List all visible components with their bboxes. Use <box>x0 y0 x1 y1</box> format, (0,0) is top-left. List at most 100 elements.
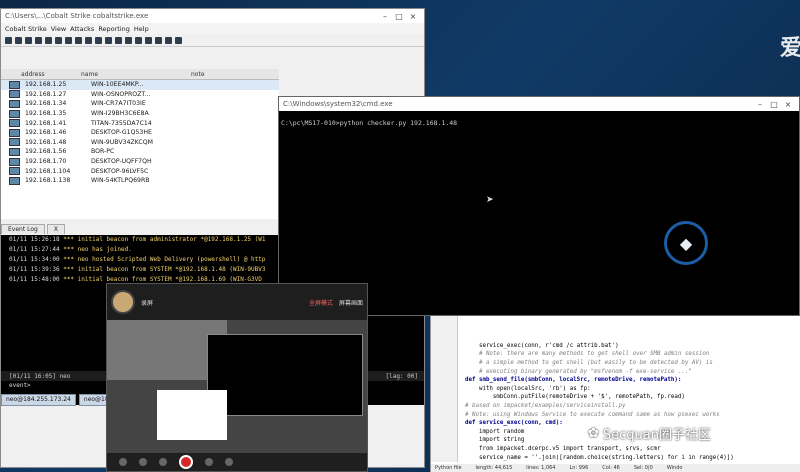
recorder-controls <box>107 453 367 471</box>
close-icon[interactable]: × <box>406 12 420 21</box>
table-row[interactable]: 192.168.1.56 BOR-PC <box>1 147 279 157</box>
preview-window-2 <box>207 334 363 416</box>
row-ip: 192.168.1.46 <box>25 129 67 137</box>
targets-header: address name note <box>1 69 279 80</box>
row-name: WIN-10EE4MKP... <box>91 81 144 89</box>
code-line: service_name = ''.join([random.choice(st… <box>465 454 734 461</box>
recorder-name: 录屏 <box>141 299 154 307</box>
avatar[interactable] <box>111 290 135 314</box>
log-text: *** neo has joined. <box>63 246 132 253</box>
tab-event-log[interactable]: Event Log <box>1 224 45 234</box>
keystrokes-icon[interactable] <box>95 36 102 44</box>
cloud-icon[interactable] <box>165 36 172 44</box>
headset-icon[interactable] <box>25 36 32 44</box>
pivot-graph-icon[interactable] <box>45 36 52 44</box>
tab-close[interactable]: X <box>46 224 65 234</box>
watermark-text: Secquan圈子社区 <box>602 428 712 443</box>
row-ip: 192.168.1.48 <box>25 138 67 146</box>
server-tab-1[interactable]: neo@184.255.173.24 <box>1 394 76 406</box>
code-line: # executing binary generated by "msfveno… <box>465 368 692 375</box>
table-row[interactable]: 192.168.1.27 WIN-OSNOPROZT... <box>1 90 279 100</box>
minimize-icon[interactable]: – <box>753 100 767 109</box>
recorder-mode[interactable]: 全屏模式 <box>309 298 333 307</box>
log-time: 01/11 15:27:44 <box>9 246 60 253</box>
menu-help[interactable]: Help <box>134 25 149 33</box>
targets-icon[interactable] <box>65 36 72 44</box>
cmd-titlebar: C:\Windows\system32\cmd.exe – □ × <box>279 97 799 111</box>
desktop-brand-text: 爱 <box>780 36 800 61</box>
preview-window-3 <box>157 390 227 440</box>
table-row[interactable]: 192.168.1.46 DESKTOP-G1Q53HE <box>1 128 279 138</box>
row-name: BOR-PC <box>91 148 115 156</box>
menu-reporting[interactable]: Reporting <box>98 25 130 33</box>
settings-icon[interactable] <box>225 458 233 466</box>
computer-icon <box>9 90 20 99</box>
menu-cobalt-strike[interactable]: Cobalt Strike <box>5 25 47 33</box>
log-icon[interactable] <box>145 36 152 44</box>
link-icon[interactable] <box>155 36 162 44</box>
camera-icon[interactable] <box>119 458 127 466</box>
maximize-icon[interactable]: □ <box>392 12 406 21</box>
payload-icon[interactable] <box>115 36 122 44</box>
row-name: WIN-OSNOPROZT... <box>91 90 151 98</box>
recorder-header: 录屏 全屏模式 屏幕画面 <box>107 284 367 320</box>
table-row[interactable]: 192.168.1.48 WIN-9UBV34ZKCQM <box>1 138 279 148</box>
minimize-icon[interactable]: – <box>378 12 392 21</box>
pause-icon[interactable] <box>205 458 213 466</box>
watermark: ✿ Secquan圈子社区 <box>588 424 711 443</box>
web-drive-icon[interactable] <box>125 36 132 44</box>
speaker-icon[interactable] <box>159 458 167 466</box>
disconnect-icon[interactable] <box>15 36 22 44</box>
cmd-line: C:\pc\MS17-010>python checker.py 192.168… <box>281 119 458 127</box>
code-line: # a simple method to get shell (but easi… <box>465 359 713 366</box>
screenshots-icon[interactable] <box>105 36 112 44</box>
recorder-preview <box>107 320 367 456</box>
row-ip: 192.168.1.25 <box>25 81 67 89</box>
settings-icon[interactable] <box>135 36 142 44</box>
log-text: *** neo hosted Scripted Web Delivery (po… <box>63 256 266 263</box>
targets-table: address name note 192.168.1.25 WIN-10EE4M… <box>1 69 279 219</box>
menu-view[interactable]: View <box>51 25 66 33</box>
table-row[interactable]: 192.168.1.34 WIN-CR7A7IT03IE <box>1 99 279 109</box>
code-line: smbConn.putFile(remoteDrive + '$', remot… <box>465 394 685 401</box>
col-name[interactable]: name <box>81 71 191 78</box>
table-row[interactable]: 192.168.1.104 DESKTOP-96LVF5C <box>1 166 279 176</box>
row-name: WIN-CR7A7IT03IE <box>91 100 146 108</box>
record-button[interactable] <box>179 455 193 469</box>
cube-icon[interactable] <box>175 36 182 44</box>
row-ip: 192.168.1.56 <box>25 148 67 156</box>
table-row[interactable]: 192.168.1.25 WIN-10EE4MKP... <box>1 80 279 90</box>
menu-attacks[interactable]: Attacks <box>70 25 94 33</box>
credentials-icon[interactable] <box>75 36 82 44</box>
close-icon[interactable]: × <box>781 100 795 109</box>
cobalt-toolbar <box>1 34 424 47</box>
table-row[interactable]: 192.168.1.138 WIN-54KTLPQ69RB <box>1 176 279 186</box>
status-lag: [lag: 00] <box>385 372 418 380</box>
row-name: DESKTOP-UQFF7QH <box>91 158 152 166</box>
sessions-icon[interactable] <box>55 36 62 44</box>
col-address[interactable]: address <box>1 71 81 78</box>
cmd-output[interactable]: C:\pc\MS17-010>python checker.py 192.168… <box>279 111 799 135</box>
table-row[interactable]: 192.168.1.35 WIN-I29BH3C6E8A <box>1 109 279 119</box>
downloads-icon[interactable] <box>85 36 92 44</box>
maximize-icon[interactable]: □ <box>767 100 781 109</box>
mic-icon[interactable] <box>139 458 147 466</box>
log-time: 01/11 15:34:00 <box>9 256 60 263</box>
status-sel: Sel: 0|0 <box>633 465 653 471</box>
row-ip: 192.168.1.34 <box>25 100 67 108</box>
screen-recorder-window: 录屏 全屏模式 屏幕画面 <box>106 283 368 472</box>
col-note[interactable]: note <box>191 71 279 78</box>
table-row[interactable]: 192.168.1.41 TITAN-7355DA7C14 <box>1 118 279 128</box>
status-ln: Ln: 996 <box>569 465 589 471</box>
cobalt-menubar: Cobalt Strike View Attacks Reporting Hel… <box>1 23 424 34</box>
code-line: with open(localSrc, 'rb') as fp: <box>465 385 591 392</box>
row-name: WIN-I29BH3C6E8A <box>91 110 149 118</box>
computer-icon <box>9 138 20 147</box>
table-row[interactable]: 192.168.1.70 DESKTOP-UQFF7QH <box>1 157 279 167</box>
row-name: DESKTOP-G1Q53HE <box>91 129 152 137</box>
listeners-icon[interactable] <box>35 36 42 44</box>
computer-icon <box>9 176 20 185</box>
computer-icon <box>9 157 20 166</box>
connect-icon[interactable] <box>5 36 12 44</box>
computer-icon <box>9 80 20 89</box>
